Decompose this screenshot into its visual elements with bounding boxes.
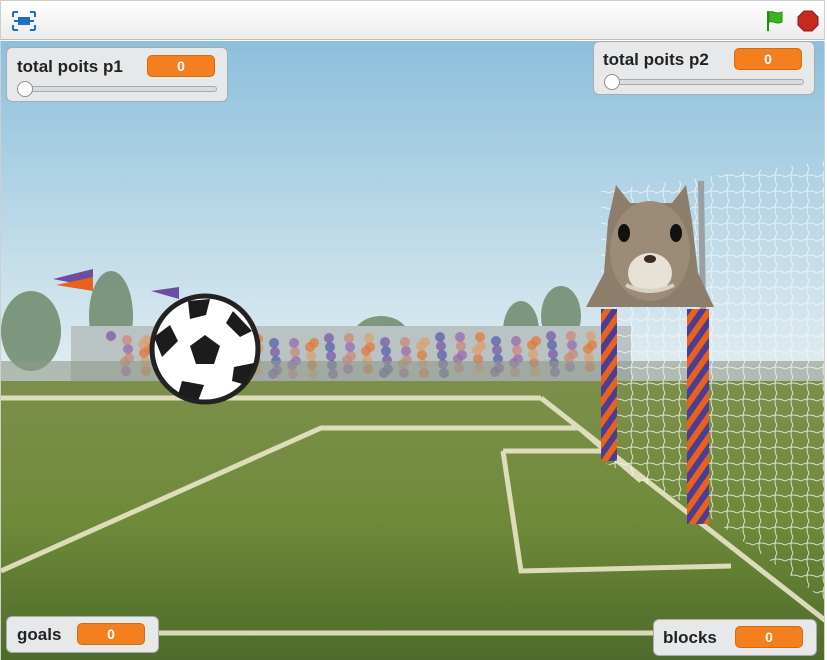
slider-handle[interactable]	[604, 74, 620, 90]
monitor-label: total poits p2	[603, 50, 709, 69]
monitor-value: 0	[735, 626, 803, 648]
monitor-value: 0	[734, 48, 802, 70]
squirrel-goalkeeper[interactable]	[586, 181, 716, 311]
stage-toolbar	[0, 0, 825, 40]
monitor-label: total poits p1	[17, 57, 123, 76]
monitor-value: 0	[77, 623, 145, 645]
fullscreen-icon[interactable]	[11, 10, 37, 32]
slider-handle[interactable]	[17, 81, 33, 97]
variable-monitor-p1[interactable]: total poits p1 0	[6, 47, 228, 102]
soccer-field-backdrop	[1, 41, 824, 660]
stop-icon[interactable]	[797, 10, 819, 32]
soccer-ball[interactable]	[148, 293, 262, 405]
monitor-label: goals	[17, 625, 62, 644]
variable-monitor-goals[interactable]: goals 0	[6, 616, 159, 653]
stage[interactable]: total poits p1 0 total poits p2 0 goals …	[0, 41, 825, 660]
slider-track[interactable]	[606, 79, 804, 85]
monitor-value: 0	[147, 55, 215, 77]
variable-monitor-p2[interactable]: total poits p2 0	[593, 41, 815, 95]
green-flag-icon[interactable]	[764, 9, 788, 33]
monitor-label: blocks	[663, 628, 717, 647]
slider-track[interactable]	[19, 86, 217, 92]
variable-monitor-blocks[interactable]: blocks 0	[653, 619, 817, 656]
